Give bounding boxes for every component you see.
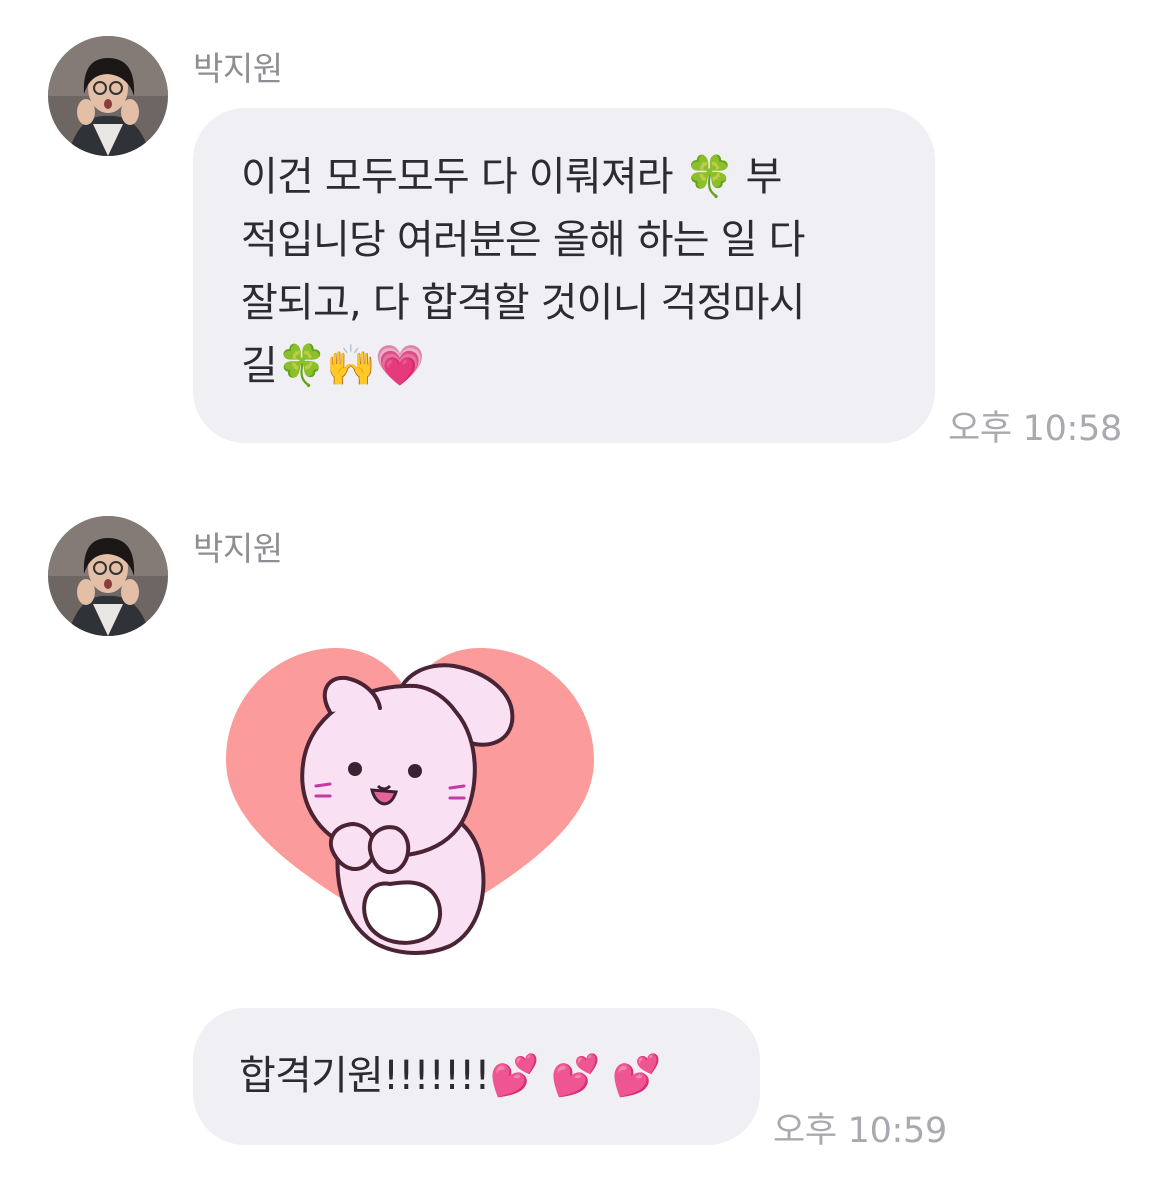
message-text-line: 이건 모두모두 다 이뤄져라 🍀 부	[241, 154, 782, 200]
message-timestamp: 오후 10:59	[773, 1111, 947, 1151]
message-text: 이건 모두모두 다 이뤄져라 🍀 부 적입니당 여러분은 올해 하는 일 다 잘…	[241, 146, 895, 398]
message-text-line: 길🍀🙌💗	[241, 343, 425, 389]
avatar-photo	[48, 516, 168, 636]
bunny-heart-sticker[interactable]	[218, 640, 603, 970]
sender-name: 박지원	[193, 529, 283, 568]
avatar[interactable]	[48, 516, 168, 636]
message-bubble[interactable]: 합격기원!!!!!!!💕 💕 💕	[193, 1008, 760, 1145]
bunny-heart-sticker-image	[226, 648, 594, 955]
message-text-line: 잘되고, 다 합격할 것이니 걱정마시	[241, 280, 805, 326]
message-bubble[interactable]: 이건 모두모두 다 이뤄져라 🍀 부 적입니당 여러분은 올해 하는 일 다 잘…	[193, 108, 935, 443]
avatar[interactable]	[48, 36, 168, 156]
avatar-photo	[48, 36, 168, 156]
message-text: 합격기원!!!!!!!💕 💕 💕	[239, 1053, 661, 1099]
message-text-line: 적입니당 여러분은 올해 하는 일 다	[241, 217, 805, 263]
sender-name: 박지원	[193, 49, 283, 88]
message-timestamp: 오후 10:58	[948, 409, 1122, 449]
